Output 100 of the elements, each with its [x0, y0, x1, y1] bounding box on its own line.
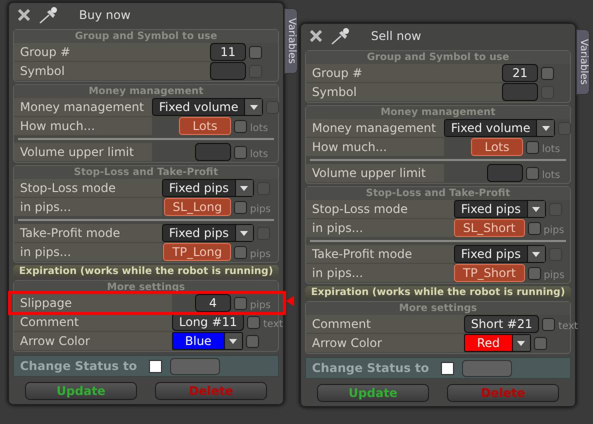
checkbox[interactable]: [440, 362, 454, 374]
field-label: How much...: [312, 139, 387, 156]
status-label: Change Status to: [312, 360, 429, 377]
input-field[interactable]: [502, 83, 538, 101]
variables-tab[interactable]: Variables: [284, 8, 298, 74]
field-label: How much...: [20, 118, 95, 135]
pin-icon[interactable]: [39, 6, 59, 24]
close-icon[interactable]: [309, 29, 323, 43]
section-header: Group and Symbol to use: [306, 51, 570, 64]
section-header: Expiration (works while the robot is running): [13, 265, 279, 278]
field-label: Comment: [312, 316, 371, 333]
unit-label: pips: [544, 270, 564, 281]
dropdown[interactable]: Fixed volume: [152, 98, 264, 116]
unit-label: text: [558, 321, 578, 332]
checkbox[interactable]: [526, 140, 539, 154]
field-label: Stop-Loss mode: [20, 180, 116, 197]
unit-label: text: [263, 319, 283, 330]
input-field[interactable]: [487, 164, 523, 182]
color-dropdown[interactable]: Blue: [172, 332, 243, 350]
field-label: in pips...: [312, 265, 364, 282]
input-field[interactable]: TP_Long: [163, 243, 231, 261]
checkbox[interactable]: [534, 336, 547, 350]
checkbox[interactable]: [148, 360, 162, 372]
field-label: Symbol: [20, 63, 65, 80]
section-header: Stop-Loss and Take-Profit: [306, 187, 570, 200]
field-label: in pips...: [20, 244, 72, 261]
input-field[interactable]: Short #21: [464, 315, 540, 333]
checkbox[interactable]: [246, 334, 259, 348]
color-dropdown[interactable]: Red: [464, 334, 531, 352]
field-label: Arrow Color: [312, 335, 382, 352]
field-label: Arrow Color: [20, 333, 90, 350]
input-field[interactable]: 4: [195, 294, 231, 312]
caret-icon: [542, 126, 550, 130]
field-label: Money management: [312, 120, 436, 137]
caret-icon: [532, 252, 540, 256]
input-field[interactable]: Lots: [471, 138, 523, 156]
field-label: Volume upper limit: [20, 144, 134, 161]
checkbox[interactable]: [234, 120, 247, 132]
field-label: in pips...: [20, 199, 72, 216]
arrow-icon: [286, 296, 294, 306]
field-label: Comment: [20, 314, 79, 331]
checkbox[interactable]: [249, 46, 262, 58]
checkbox[interactable]: [528, 222, 541, 234]
unit-label: lots: [542, 144, 560, 155]
checkbox[interactable]: [234, 246, 247, 258]
caret-icon: [240, 230, 248, 236]
update-button[interactable]: Update: [25, 382, 137, 400]
input-field[interactable]: SL_Short: [454, 219, 525, 237]
status-label: Change Status to: [20, 358, 137, 375]
dropdown[interactable]: Fixed pips: [454, 200, 546, 218]
unit-label: pips: [250, 300, 271, 311]
checkbox[interactable]: [234, 200, 247, 214]
status-field[interactable]: [170, 358, 220, 374]
input-field[interactable]: [210, 62, 246, 80]
caret-icon: [229, 338, 238, 344]
checkbox[interactable]: [528, 266, 541, 280]
caret-icon: [532, 206, 540, 212]
checkbox[interactable]: [542, 318, 556, 330]
unit-label: pips: [250, 249, 271, 260]
caret-icon: [240, 186, 248, 190]
input-field[interactable]: 21: [502, 64, 538, 82]
field-label: Take-Profit mode: [20, 225, 120, 242]
input-field[interactable]: [195, 143, 231, 161]
status-field[interactable]: [462, 360, 512, 376]
section-header: Expiration (works while the robot is running): [305, 286, 571, 299]
dropdown[interactable]: Fixed pips: [162, 224, 254, 242]
dropdown[interactable]: Fixed pips: [162, 179, 254, 197]
caret-icon: [250, 104, 258, 110]
section-header: Stop-Loss and Take-Profit: [14, 166, 278, 179]
window-title: Buy now: [79, 7, 131, 24]
close-icon[interactable]: [17, 8, 31, 22]
window-title: Sell now: [371, 28, 422, 45]
unit-label: lots: [542, 170, 560, 181]
checkbox[interactable]: [247, 316, 260, 328]
field-label: Symbol: [312, 84, 357, 101]
field-label: Group #: [312, 65, 362, 82]
field-label: Money management: [20, 99, 144, 116]
unit-label: pips: [250, 204, 271, 215]
input-field[interactable]: 11: [210, 43, 246, 61]
input-field[interactable]: SL_Long: [164, 198, 231, 216]
unit-label: lots: [250, 149, 268, 160]
section-header: Group and Symbol to use: [14, 30, 278, 43]
checkbox[interactable]: [541, 66, 554, 80]
checkbox[interactable]: [234, 296, 247, 310]
field-label: Slippage: [20, 295, 72, 312]
checkbox[interactable]: [234, 146, 247, 158]
dropdown[interactable]: Fixed pips: [454, 245, 546, 263]
unit-label: lots: [250, 123, 268, 134]
dropdown[interactable]: Fixed volume: [444, 119, 556, 137]
field-label: Volume upper limit: [312, 165, 426, 182]
section-header: Money management: [306, 106, 570, 119]
input-field[interactable]: TP_Short: [454, 264, 525, 282]
field-label: Take-Profit mode: [312, 246, 412, 263]
pin-icon[interactable]: [331, 27, 351, 45]
input-field[interactable]: Lots: [179, 117, 231, 135]
section-header: Money management: [14, 85, 278, 98]
field-label: Stop-Loss mode: [312, 201, 408, 218]
checkbox[interactable]: [526, 166, 539, 180]
update-button[interactable]: Update: [317, 384, 429, 402]
variables-tab[interactable]: Variables: [576, 29, 590, 95]
